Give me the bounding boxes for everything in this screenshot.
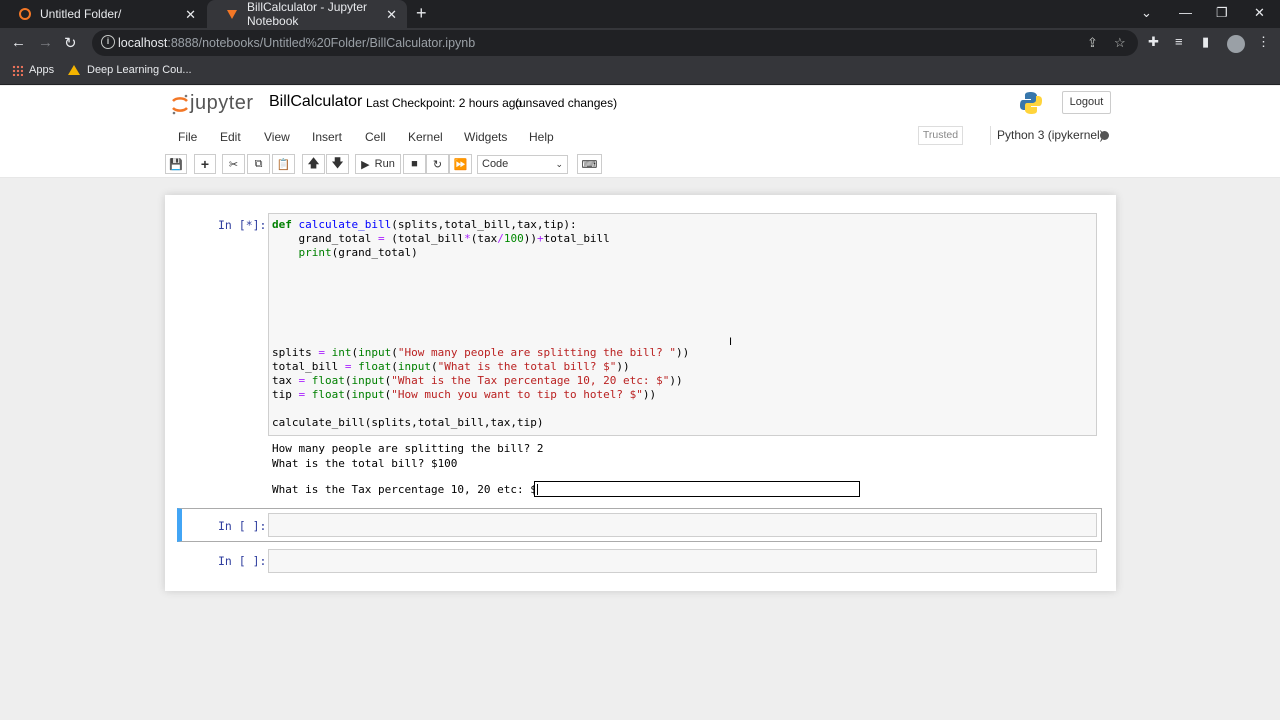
save-button[interactable]: 💾: [165, 154, 187, 174]
command-palette-button[interactable]: ⌨: [577, 154, 602, 174]
tab-search-icon[interactable]: ⌄: [1141, 5, 1152, 21]
side-panel-icon[interactable]: ▮: [1202, 34, 1209, 50]
media-icon[interactable]: ≡: [1175, 34, 1183, 49]
copy-button[interactable]: ⧉: [247, 154, 270, 174]
jupyter-wordmark: jupyter: [190, 92, 254, 114]
menu-file[interactable]: File: [178, 130, 197, 144]
extensions-icon[interactable]: ✚: [1148, 34, 1159, 50]
code-line: tax = float(input("What is the Tax perce…: [272, 374, 683, 387]
menu-widgets[interactable]: Widgets: [464, 130, 507, 144]
restart-button[interactable]: ↻: [426, 154, 449, 174]
tab-title: Untitled Folder/: [40, 7, 122, 21]
bookmark-apps[interactable]: Apps: [12, 64, 54, 76]
share-icon[interactable]: ⇪: [1087, 35, 1098, 51]
code-line: def calculate_bill(splits,total_bill,tax…: [272, 218, 577, 231]
kernel-busy-indicator: [1100, 131, 1109, 140]
profile-avatar[interactable]: [1227, 35, 1245, 53]
arrow-up-icon: 🡅: [307, 155, 320, 170]
move-up-button[interactable]: 🡅: [302, 154, 325, 174]
run-button[interactable]: ▶ Run: [355, 154, 401, 174]
forward-icon[interactable]: →: [38, 34, 53, 51]
keyboard-icon: ⌨: [581, 158, 598, 171]
text-cursor-icon: I: [729, 336, 733, 348]
tab-title: BillCalculator - Jupyter Notebook: [247, 0, 368, 28]
insert-cell-button[interactable]: +: [194, 154, 216, 174]
minimize-icon[interactable]: —: [1179, 5, 1192, 20]
code-line: total_bill = float(input("What is the to…: [272, 360, 630, 373]
python-logo-icon: [1020, 92, 1042, 114]
new-tab-button[interactable]: +: [416, 3, 427, 24]
cell-prompt: In [ ]:: [218, 554, 267, 568]
checkpoint-status: Last Checkpoint: 2 hours ago: [366, 96, 523, 110]
scissors-icon: ✂: [228, 158, 239, 171]
menu-insert[interactable]: Insert: [312, 130, 342, 144]
drive-icon: [68, 65, 80, 75]
save-icon: 💾: [169, 158, 183, 171]
close-tab-icon[interactable]: ✕: [185, 7, 196, 23]
address-bar[interactable]: i localhost:8888/notebooks/Untitled%20Fo…: [92, 30, 1138, 56]
apps-grid-icon: [12, 64, 23, 76]
output-prompt-line: What is the Tax percentage 10, 20 etc: $: [272, 483, 537, 496]
kernel-name[interactable]: Python 3 (ipykernel): [990, 126, 1104, 145]
notebook-toolbar: [0, 150, 1280, 178]
back-icon[interactable]: ←: [11, 34, 26, 51]
jupyter-logo[interactable]: jupyter: [170, 92, 254, 115]
restart-run-all-button[interactable]: ⏩: [449, 154, 472, 174]
move-down-button[interactable]: 🡇: [326, 154, 349, 174]
restart-icon: ↻: [432, 158, 443, 171]
site-info-icon[interactable]: i: [101, 35, 115, 49]
url-text: localhost:8888/notebooks/Untitled%20Fold…: [118, 36, 476, 50]
stdin-input-box[interactable]: [534, 481, 860, 497]
restore-icon[interactable]: ❐: [1216, 5, 1228, 21]
bookmarks-bar: Apps Deep Learning Cou...: [0, 58, 1280, 85]
plus-icon: +: [200, 156, 210, 172]
bookmark-deep-learning[interactable]: Deep Learning Cou...: [68, 64, 192, 76]
logout-button[interactable]: Logout: [1062, 91, 1111, 114]
browser-toolbar: ← → ↻ i localhost:8888/notebooks/Untitle…: [0, 28, 1280, 58]
menu-kernel[interactable]: Kernel: [408, 130, 443, 144]
code-line: print(grand_total): [298, 246, 418, 259]
paste-button[interactable]: 📋: [272, 154, 295, 174]
code-line: calculate_bill(splits,total_bill,tax,tip…: [272, 416, 544, 429]
menu-view[interactable]: View: [264, 130, 290, 144]
menu-cell[interactable]: Cell: [365, 130, 386, 144]
copy-icon: ⧉: [254, 157, 263, 170]
bookmark-star-icon[interactable]: ☆: [1114, 35, 1126, 51]
reload-icon[interactable]: ↻: [64, 34, 77, 52]
code-cell-input[interactable]: [268, 513, 1097, 537]
jupyter-logo-icon: [172, 94, 188, 114]
menu-edit[interactable]: Edit: [220, 130, 241, 144]
cell-prompt: In [*]:: [218, 218, 267, 232]
tab-billcalculator[interactable]: BillCalculator - Jupyter Notebook ✕: [207, 0, 407, 28]
code-line: grand_total = (total_bill*(tax/100))+tot…: [272, 232, 610, 245]
close-tab-icon[interactable]: ✕: [386, 7, 397, 23]
window-close-icon[interactable]: ✕: [1254, 5, 1265, 21]
fast-forward-icon: ⏩: [453, 158, 468, 171]
cut-button[interactable]: ✂: [222, 154, 245, 174]
code-line: splits = int(input("How many people are …: [272, 346, 690, 359]
trusted-indicator[interactable]: Trusted: [918, 126, 963, 145]
chevron-down-icon: ⌄: [555, 159, 563, 169]
jupyter-favicon-icon: [18, 7, 32, 21]
notebook-name[interactable]: BillCalculator: [269, 93, 362, 111]
unsaved-status: (unsaved changes): [515, 96, 618, 110]
play-icon: ▶: [361, 158, 370, 171]
stop-icon: ■: [411, 158, 418, 170]
browser-tab-strip: Untitled Folder/ ✕ BillCalculator - Jupy…: [0, 0, 1280, 28]
text-caret: [537, 484, 538, 495]
arrow-down-icon: 🡇: [331, 155, 344, 170]
output-line: How many people are splitting the bill? …: [272, 442, 544, 455]
jupyter-favicon-icon: [225, 7, 239, 21]
chrome-menu-icon[interactable]: ⋮: [1257, 34, 1270, 50]
cell-prompt: In [ ]:: [218, 519, 267, 533]
output-line: What is the total bill? $100: [272, 457, 458, 470]
paste-icon: 📋: [276, 158, 291, 171]
menu-help[interactable]: Help: [529, 130, 554, 144]
tab-untitled-folder[interactable]: Untitled Folder/ ✕: [0, 0, 206, 28]
code-cell-input[interactable]: [268, 549, 1097, 573]
cell-type-select[interactable]: Code ⌄: [477, 155, 568, 174]
interrupt-button[interactable]: ■: [403, 154, 426, 174]
code-line: tip = float(input("How much you want to …: [272, 388, 657, 401]
